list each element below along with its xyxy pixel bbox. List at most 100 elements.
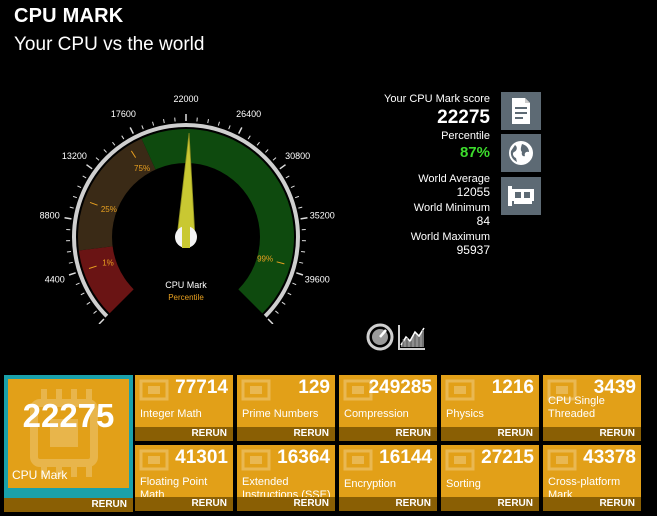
world-average-value: 12055 bbox=[456, 185, 490, 199]
test-tile-name: Sorting bbox=[446, 478, 481, 490]
gauge-tick-label: 17600 bbox=[111, 109, 136, 119]
test-tile[interactable]: 249285 Compression RERUN bbox=[339, 375, 437, 441]
document-icon bbox=[512, 98, 530, 124]
test-tile-value: 43378 bbox=[583, 447, 636, 468]
test-tile[interactable]: 41301 Floating Point Math RERUN bbox=[135, 445, 233, 511]
rerun-button[interactable]: RERUN bbox=[441, 427, 539, 441]
gauge-minor-tick bbox=[256, 141, 260, 146]
gauge-minor-tick bbox=[69, 206, 74, 209]
test-tile-value: 129 bbox=[298, 377, 330, 398]
test-tile-value: 1216 bbox=[491, 377, 534, 398]
percentile-label: Percentile bbox=[441, 130, 490, 142]
tile-watermark-icon bbox=[139, 449, 169, 471]
gauge-percentile-label: 99% bbox=[257, 255, 273, 264]
rerun-button[interactable]: RERUN bbox=[237, 497, 335, 511]
gauge-minor-tick bbox=[287, 292, 292, 296]
cpu-mark-tile[interactable]: 22275 CPU Mark RERUN bbox=[4, 375, 133, 512]
test-tile[interactable]: 129 Prime Numbers RERUN bbox=[237, 375, 335, 441]
gauge-minor-tick bbox=[275, 310, 279, 314]
gauge-minor-tick bbox=[294, 195, 300, 199]
gauge-minor-tick bbox=[95, 157, 100, 161]
gauge-minor-tick bbox=[272, 157, 277, 161]
test-tile-name: Physics bbox=[446, 408, 484, 420]
rerun-button[interactable]: RERUN bbox=[135, 427, 233, 441]
benchmark-tiles: 22275 CPU Mark RERUN 77714 Integer Math RE… bbox=[4, 375, 654, 513]
hardware-card-icon bbox=[508, 186, 534, 206]
gauge-major-tick bbox=[98, 318, 105, 324]
test-tile-name: Prime Numbers bbox=[242, 408, 319, 420]
test-tile-name: Integer Math bbox=[140, 408, 202, 420]
gauge-minor-tick bbox=[217, 121, 220, 126]
gauge-major-tick bbox=[68, 272, 76, 276]
world-average-label: World Average bbox=[418, 173, 490, 185]
gauge-minor-tick bbox=[93, 310, 97, 314]
gauge-tick-label: 8800 bbox=[40, 210, 60, 220]
rerun-button[interactable]: RERUN bbox=[543, 497, 641, 511]
rerun-button[interactable]: RERUN bbox=[237, 427, 335, 441]
gauge-minor-tick bbox=[86, 301, 91, 305]
world-button[interactable] bbox=[501, 134, 541, 172]
speedometer-button[interactable] bbox=[365, 322, 395, 352]
page-title: CPU MARK bbox=[14, 5, 124, 27]
rerun-button[interactable]: RERUN bbox=[135, 497, 233, 511]
gauge-minor-tick bbox=[82, 175, 87, 179]
gauge-minor-tick bbox=[68, 261, 73, 264]
gauge-percentile-label: 75% bbox=[134, 164, 150, 173]
world-minimum-label: World Minimum bbox=[413, 202, 490, 214]
chart-icon bbox=[398, 325, 425, 350]
gauge-major-tick bbox=[300, 217, 308, 220]
percentile-value: 87% bbox=[459, 144, 490, 161]
test-tile-value: 16144 bbox=[379, 447, 432, 468]
gauge-tick-label: 35200 bbox=[310, 210, 335, 220]
rerun-button[interactable]: RERUN bbox=[339, 497, 437, 511]
score-value: 22275 bbox=[437, 107, 490, 128]
gauge-minor-tick bbox=[207, 119, 209, 124]
gauge-minor-tick bbox=[281, 301, 286, 305]
gauge-major-tick bbox=[279, 164, 286, 170]
world-maximum-value: 95937 bbox=[456, 243, 490, 257]
cpu-mark-tile-score: 22275 bbox=[22, 397, 115, 434]
cpu-mark-rerun-button[interactable]: RERUN bbox=[4, 498, 133, 512]
tile-watermark-icon bbox=[445, 379, 475, 401]
gauge-needle-base bbox=[182, 226, 190, 248]
rerun-button[interactable]: RERUN bbox=[441, 497, 539, 511]
test-tile[interactable]: 1216 Physics RERUN bbox=[441, 375, 539, 441]
gauge-minor-tick bbox=[75, 282, 80, 286]
test-tile[interactable]: 16144 Encryption RERUN bbox=[339, 445, 437, 511]
rerun-button[interactable]: RERUN bbox=[543, 427, 641, 441]
test-tile[interactable]: 3439 CPU Single Threaded RERUN bbox=[543, 375, 641, 441]
tile-watermark-icon bbox=[139, 379, 169, 401]
score-panel: Your CPU Mark score 22275 Percentile 87%… bbox=[360, 93, 490, 260]
gauge-tick-label: 22000 bbox=[173, 94, 198, 104]
test-tile-name: Encryption bbox=[344, 478, 396, 490]
gauge-minor-tick bbox=[292, 282, 297, 286]
chart-button[interactable] bbox=[397, 322, 427, 352]
gauge-minor-tick bbox=[121, 135, 125, 140]
cpu-mark-tile-body: 22275 CPU Mark bbox=[8, 379, 129, 488]
test-tile-value: 249285 bbox=[368, 377, 432, 398]
gauge-minor-tick bbox=[80, 292, 85, 296]
world-minimum-value: 84 bbox=[476, 214, 490, 228]
test-tile[interactable]: 43378 Cross-platform Mark RERUN bbox=[543, 445, 641, 511]
gauge-percentile-label: 25% bbox=[101, 205, 117, 214]
document-button[interactable] bbox=[501, 92, 541, 130]
hardware-button[interactable] bbox=[501, 177, 541, 215]
gauge-center-sublabel: Percentile bbox=[168, 293, 204, 302]
score-label: Your CPU Mark score bbox=[384, 93, 490, 105]
gauge-minor-tick bbox=[247, 135, 251, 140]
gauge-minor-tick bbox=[299, 261, 304, 264]
gauge-minor-tick bbox=[163, 119, 165, 124]
tile-watermark-icon bbox=[445, 449, 475, 471]
gauge-minor-tick bbox=[285, 175, 290, 179]
tile-watermark-icon bbox=[241, 379, 271, 401]
gauge-minor-tick bbox=[66, 251, 71, 253]
test-tile-value: 16364 bbox=[277, 447, 330, 468]
gauge-tick-label: 39600 bbox=[305, 275, 330, 285]
test-tile[interactable]: 16364 Extended Instructions (SSE) RERUN bbox=[237, 445, 335, 511]
gauge-major-tick bbox=[237, 127, 243, 134]
rerun-button[interactable]: RERUN bbox=[339, 427, 437, 441]
gauge-minor-tick bbox=[298, 206, 303, 209]
test-tile-name: Compression bbox=[344, 408, 409, 420]
test-tile[interactable]: 27215 Sorting RERUN bbox=[441, 445, 539, 511]
test-tile[interactable]: 77714 Integer Math RERUN bbox=[135, 375, 233, 441]
